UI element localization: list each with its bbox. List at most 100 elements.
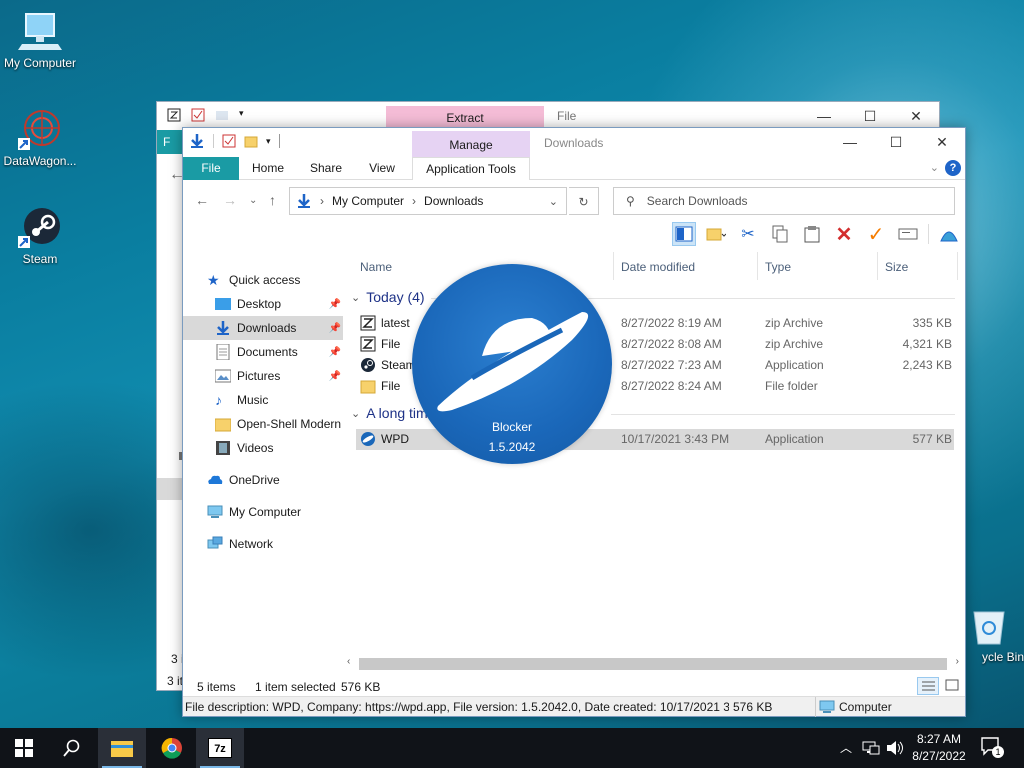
status-bar: 5 items 1 item selected 576 KB (183, 676, 965, 696)
recent-locations-icon[interactable]: ⌄ (249, 195, 257, 206)
star-icon: ★ (207, 272, 220, 288)
pin-icon[interactable]: 📌 (329, 323, 341, 334)
horizontal-scrollbar[interactable]: ‹ › (343, 656, 963, 672)
minimize-button[interactable]: — (801, 102, 847, 130)
clock-time: 8:27 AM (916, 732, 962, 746)
location-label: Computer (839, 700, 892, 714)
nav-videos[interactable]: Videos (183, 436, 343, 460)
column-header-name[interactable]: Name (360, 260, 392, 274)
system-clock[interactable]: 8:27 AM 8/27/2022 (906, 731, 972, 765)
file-description: File description: WPD, Company: https://… (185, 700, 729, 714)
search-placeholder: Search Downloads (646, 194, 748, 208)
zip-icon (167, 108, 181, 122)
nav-pictures[interactable]: Pictures 📌 (183, 364, 343, 388)
large-icons-view-button[interactable] (943, 677, 961, 695)
tab-application-tools[interactable]: Application Tools (412, 157, 530, 180)
scroll-right-icon[interactable]: › (956, 656, 959, 667)
maximize-button[interactable]: ☐ (873, 128, 919, 157)
show-hidden-icons-chevron-icon[interactable]: ︿ (840, 739, 852, 756)
nav-open-shell[interactable]: Open-Shell Modern (183, 412, 343, 436)
close-button[interactable]: ✕ (919, 128, 965, 157)
scrollbar-thumb[interactable] (359, 658, 947, 670)
up-button[interactable]: ↑ (269, 192, 276, 208)
desktop-icon-steam[interactable]: Steam (0, 206, 80, 266)
nav-documents[interactable]: Documents 📌 (183, 340, 343, 364)
chevron-down-icon[interactable]: ⌄ (930, 161, 939, 174)
title-bar[interactable]: ▾ Manage Downloads — ☐ ✕ (183, 128, 965, 157)
pin-icon[interactable]: 📌 (329, 299, 341, 310)
zip-icon (360, 315, 376, 331)
address-bar[interactable]: › My Computer › Downloads ⌄ (289, 187, 567, 215)
shell-icon[interactable] (937, 222, 961, 246)
tab-home[interactable]: Home (243, 157, 293, 180)
navigation-pane: ★ Quick access Desktop 📌 Downloads 📌 Doc… (183, 258, 343, 678)
manage-tab[interactable]: Manage (412, 131, 530, 157)
column-header-date[interactable]: Date modified (621, 260, 695, 274)
maximize-button[interactable]: ☐ (847, 102, 893, 130)
taskbar-file-explorer[interactable] (98, 728, 146, 768)
nav-desktop[interactable]: Desktop 📌 (183, 292, 343, 316)
computer-icon (18, 10, 62, 54)
rename-icon[interactable] (896, 222, 920, 246)
nav-downloads[interactable]: Downloads 📌 (183, 316, 343, 340)
new-folder-icon[interactable] (244, 134, 258, 148)
details-view-button[interactable] (917, 677, 939, 695)
desktop-icon-label: DataWagon... (3, 154, 77, 168)
chevron-down-icon[interactable]: ⌄ (549, 195, 558, 208)
copy-icon[interactable] (768, 222, 792, 246)
tab-file[interactable]: File (183, 157, 239, 180)
document-icon (216, 344, 230, 360)
column-header-type[interactable]: Type (765, 260, 791, 274)
computer-icon (819, 700, 835, 713)
selected-nav-item (157, 478, 183, 500)
new-folder-icon (216, 111, 228, 120)
minimize-button[interactable]: — (827, 128, 873, 157)
breadcrumb-downloads[interactable]: Downloads (424, 194, 483, 208)
paste-icon[interactable] (800, 222, 824, 246)
nav-quick-access[interactable]: ★ Quick access (183, 268, 343, 292)
scroll-left-icon[interactable]: ‹ (347, 656, 350, 667)
pin-icon[interactable]: 📌 (329, 371, 341, 382)
file-tab[interactable]: F (157, 130, 183, 154)
search-button[interactable] (48, 728, 96, 768)
cut-icon[interactable]: ✂ (736, 222, 760, 246)
breadcrumb-my-computer[interactable]: My Computer (332, 194, 404, 208)
steam-icon (361, 358, 375, 372)
navigation-row: ← → ⌄ ↑ › My Computer › Downloads ⌄ ↻ ⚲ … (183, 180, 965, 220)
desktop-icon-datawagon[interactable]: DataWagon... (0, 108, 80, 168)
network-icon[interactable] (862, 740, 880, 756)
properties-icon[interactable] (222, 134, 236, 148)
windows-logo-icon (15, 739, 33, 757)
pin-icon[interactable]: 📌 (329, 347, 341, 358)
nav-network[interactable]: Network (183, 532, 343, 556)
chevron-down-icon[interactable]: ▾ (266, 136, 271, 147)
breadcrumb-separator: › (320, 194, 324, 208)
volume-icon[interactable] (886, 740, 904, 756)
tab-share[interactable]: Share (301, 157, 351, 180)
desktop-icon (215, 298, 231, 310)
taskbar-7zip[interactable]: 7z (196, 728, 244, 768)
back-button[interactable]: ← (195, 192, 209, 208)
start-button[interactable] (0, 728, 48, 768)
taskbar-chrome[interactable] (148, 728, 196, 768)
close-button[interactable]: ✕ (893, 102, 939, 130)
tab-view[interactable]: View (359, 157, 405, 180)
help-icon[interactable]: ? (945, 160, 961, 176)
nav-onedrive[interactable]: OneDrive (183, 468, 343, 492)
nav-my-computer[interactable]: My Computer (183, 500, 343, 524)
download-arrow-icon[interactable] (189, 133, 205, 149)
desktop-icon-my-computer[interactable]: My Computer (0, 10, 80, 70)
checkmark-icon[interactable]: ✓ (864, 222, 888, 246)
column-header-size[interactable]: Size (885, 260, 908, 274)
preview-pane-icon[interactable] (672, 222, 696, 246)
forward-button[interactable]: → (223, 192, 237, 208)
group-header-today[interactable]: ⌄ Today (4) (351, 289, 425, 305)
new-folder-dropdown-icon[interactable] (704, 222, 728, 246)
delete-icon[interactable]: ✕ (832, 222, 856, 246)
search-input[interactable]: ⚲ Search Downloads (613, 187, 955, 215)
nav-music[interactable]: ♪ Music (183, 388, 343, 412)
refresh-button[interactable]: ↻ (569, 187, 599, 215)
ufo-logo-icon (437, 312, 589, 412)
group-header-long-time[interactable]: ⌄ A long tim (351, 405, 428, 421)
action-center-button[interactable]: 1 (980, 736, 1004, 760)
